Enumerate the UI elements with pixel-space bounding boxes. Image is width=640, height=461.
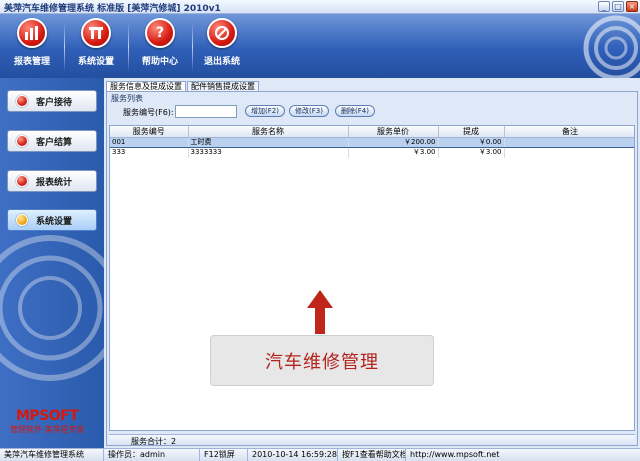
status-datetime: 2010-10-14 16:59:28 [248, 449, 338, 461]
edit-button[interactable]: 修改(F3) [289, 105, 329, 117]
column-header-name[interactable]: 服务名称 [188, 126, 349, 138]
sidebar-item-label: 客户接待 [36, 97, 73, 108]
toolbar-report-button[interactable]: 报表管理 [4, 18, 60, 76]
window-controls: _ □ × [598, 1, 638, 12]
close-button[interactable]: × [626, 1, 638, 12]
sidebar-item-reports[interactable]: 报表统计 [7, 170, 97, 192]
sidebar-item-reception[interactable]: 客户接待 [7, 90, 97, 112]
toolbar-help-button[interactable]: ? 帮助中心 [132, 18, 188, 76]
decorative-swirl-icon [583, 15, 640, 78]
main-area: 服务信息及提成设置 配件销售提成设置 服务列表 服务编号(F6): 增加(F2)… [104, 78, 640, 448]
toolbar-settings-button[interactable]: 系统设置 [68, 18, 124, 76]
cell-commission: ￥3.00 [438, 147, 505, 158]
column-header-note[interactable]: 备注 [504, 126, 634, 138]
status-lock: F12锁屏 [200, 449, 248, 461]
service-total: 服务合计：2 [131, 437, 177, 446]
title-bar: 美萍汽车维修管理系统 标准版 [美萍汽修城] 2010v1 _ □ × [0, 0, 640, 14]
yellow-dot-icon [16, 214, 28, 226]
arrow-up-icon [307, 290, 333, 334]
minimize-button[interactable]: _ [598, 1, 610, 12]
maximize-button[interactable]: □ [612, 1, 624, 12]
cell-note [504, 137, 634, 148]
sidebar-item-label: 系统设置 [36, 216, 73, 227]
toolbar-report-label: 报表管理 [13, 57, 50, 67]
toolbar-settings-label: 系统设置 [77, 57, 114, 67]
delete-button[interactable]: 删除(F4) [335, 105, 375, 117]
column-header-commission[interactable]: 提成 [438, 126, 505, 138]
status-bar: 美萍汽车维修管理系统 操作员：admin F12锁屏 2010-10-14 16… [0, 448, 640, 461]
decorative-swirl-icon [0, 235, 104, 381]
toolbar-help-label: 帮助中心 [141, 57, 178, 67]
cell-price: ￥200.00 [348, 137, 439, 148]
help-icon: ? [145, 18, 175, 48]
exit-icon [207, 18, 237, 48]
bar-chart-icon [17, 18, 47, 48]
tools-icon [81, 18, 111, 48]
mpsoft-logo: MPSOFT [16, 408, 79, 424]
toolbar-separator [128, 22, 129, 72]
sidebar-item-settings[interactable]: 系统设置 [7, 209, 97, 231]
header-banner: 报表管理 系统设置 ? 帮助中心 退出系统 [0, 14, 640, 78]
service-panel: 服务列表 服务编号(F6): 增加(F2) 修改(F3) 删除(F4) 服务编号… [106, 91, 638, 446]
status-help: 按F1查看帮助文档 [338, 449, 406, 461]
toolbar-separator [192, 22, 193, 72]
table-header: 服务编号 服务名称 服务单价 提成 备注 [110, 126, 634, 138]
table-footer: 服务合计：2 [109, 434, 635, 446]
add-button[interactable]: 增加(F2) [245, 105, 285, 117]
toolbar-separator [64, 22, 65, 72]
overlay-caption: 汽车维修管理 [210, 335, 434, 386]
group-title: 服务列表 [111, 94, 143, 103]
toolbar-exit-label: 退出系统 [203, 57, 240, 67]
search-label: 服务编号(F6): [123, 108, 174, 117]
sidebar-item-checkout[interactable]: 客户结算 [7, 130, 97, 152]
sidebar: 客户接待 客户结算 报表统计 系统设置 MPSOFT 管理软件 美萍是专家 [0, 78, 104, 448]
column-header-code[interactable]: 服务编号 [110, 126, 189, 138]
sidebar-item-label: 报表统计 [36, 177, 73, 188]
cell-code: 001 [110, 137, 189, 148]
toolbar-exit-button[interactable]: 退出系统 [194, 18, 250, 76]
column-header-price[interactable]: 服务单价 [348, 126, 439, 138]
cell-note [504, 147, 634, 158]
cell-name: 工时费 [188, 137, 349, 148]
cell-name: 3333333 [188, 147, 349, 158]
cell-price: ￥3.00 [348, 147, 439, 158]
table-row[interactable]: 001 工时费 ￥200.00 ￥0.00 [110, 137, 634, 148]
sidebar-item-label: 客户结算 [36, 137, 73, 148]
window-title: 美萍汽车维修管理系统 标准版 [美萍汽修城] 2010v1 [4, 4, 221, 14]
status-operator: 操作员：admin [104, 449, 200, 461]
red-dot-icon [16, 95, 28, 107]
service-code-input[interactable] [175, 105, 237, 118]
table-row[interactable]: 333 3333333 ￥3.00 ￥3.00 [110, 147, 634, 158]
logo-slogan: 管理软件 美萍是专家 [10, 425, 85, 434]
cell-commission: ￥0.00 [438, 137, 505, 148]
status-url[interactable]: http://www.mpsoft.net [406, 449, 640, 461]
red-dot-icon [16, 175, 28, 187]
red-dot-icon [16, 135, 28, 147]
cell-code: 333 [110, 147, 189, 158]
status-app-name: 美萍汽车维修管理系统 [0, 449, 104, 461]
